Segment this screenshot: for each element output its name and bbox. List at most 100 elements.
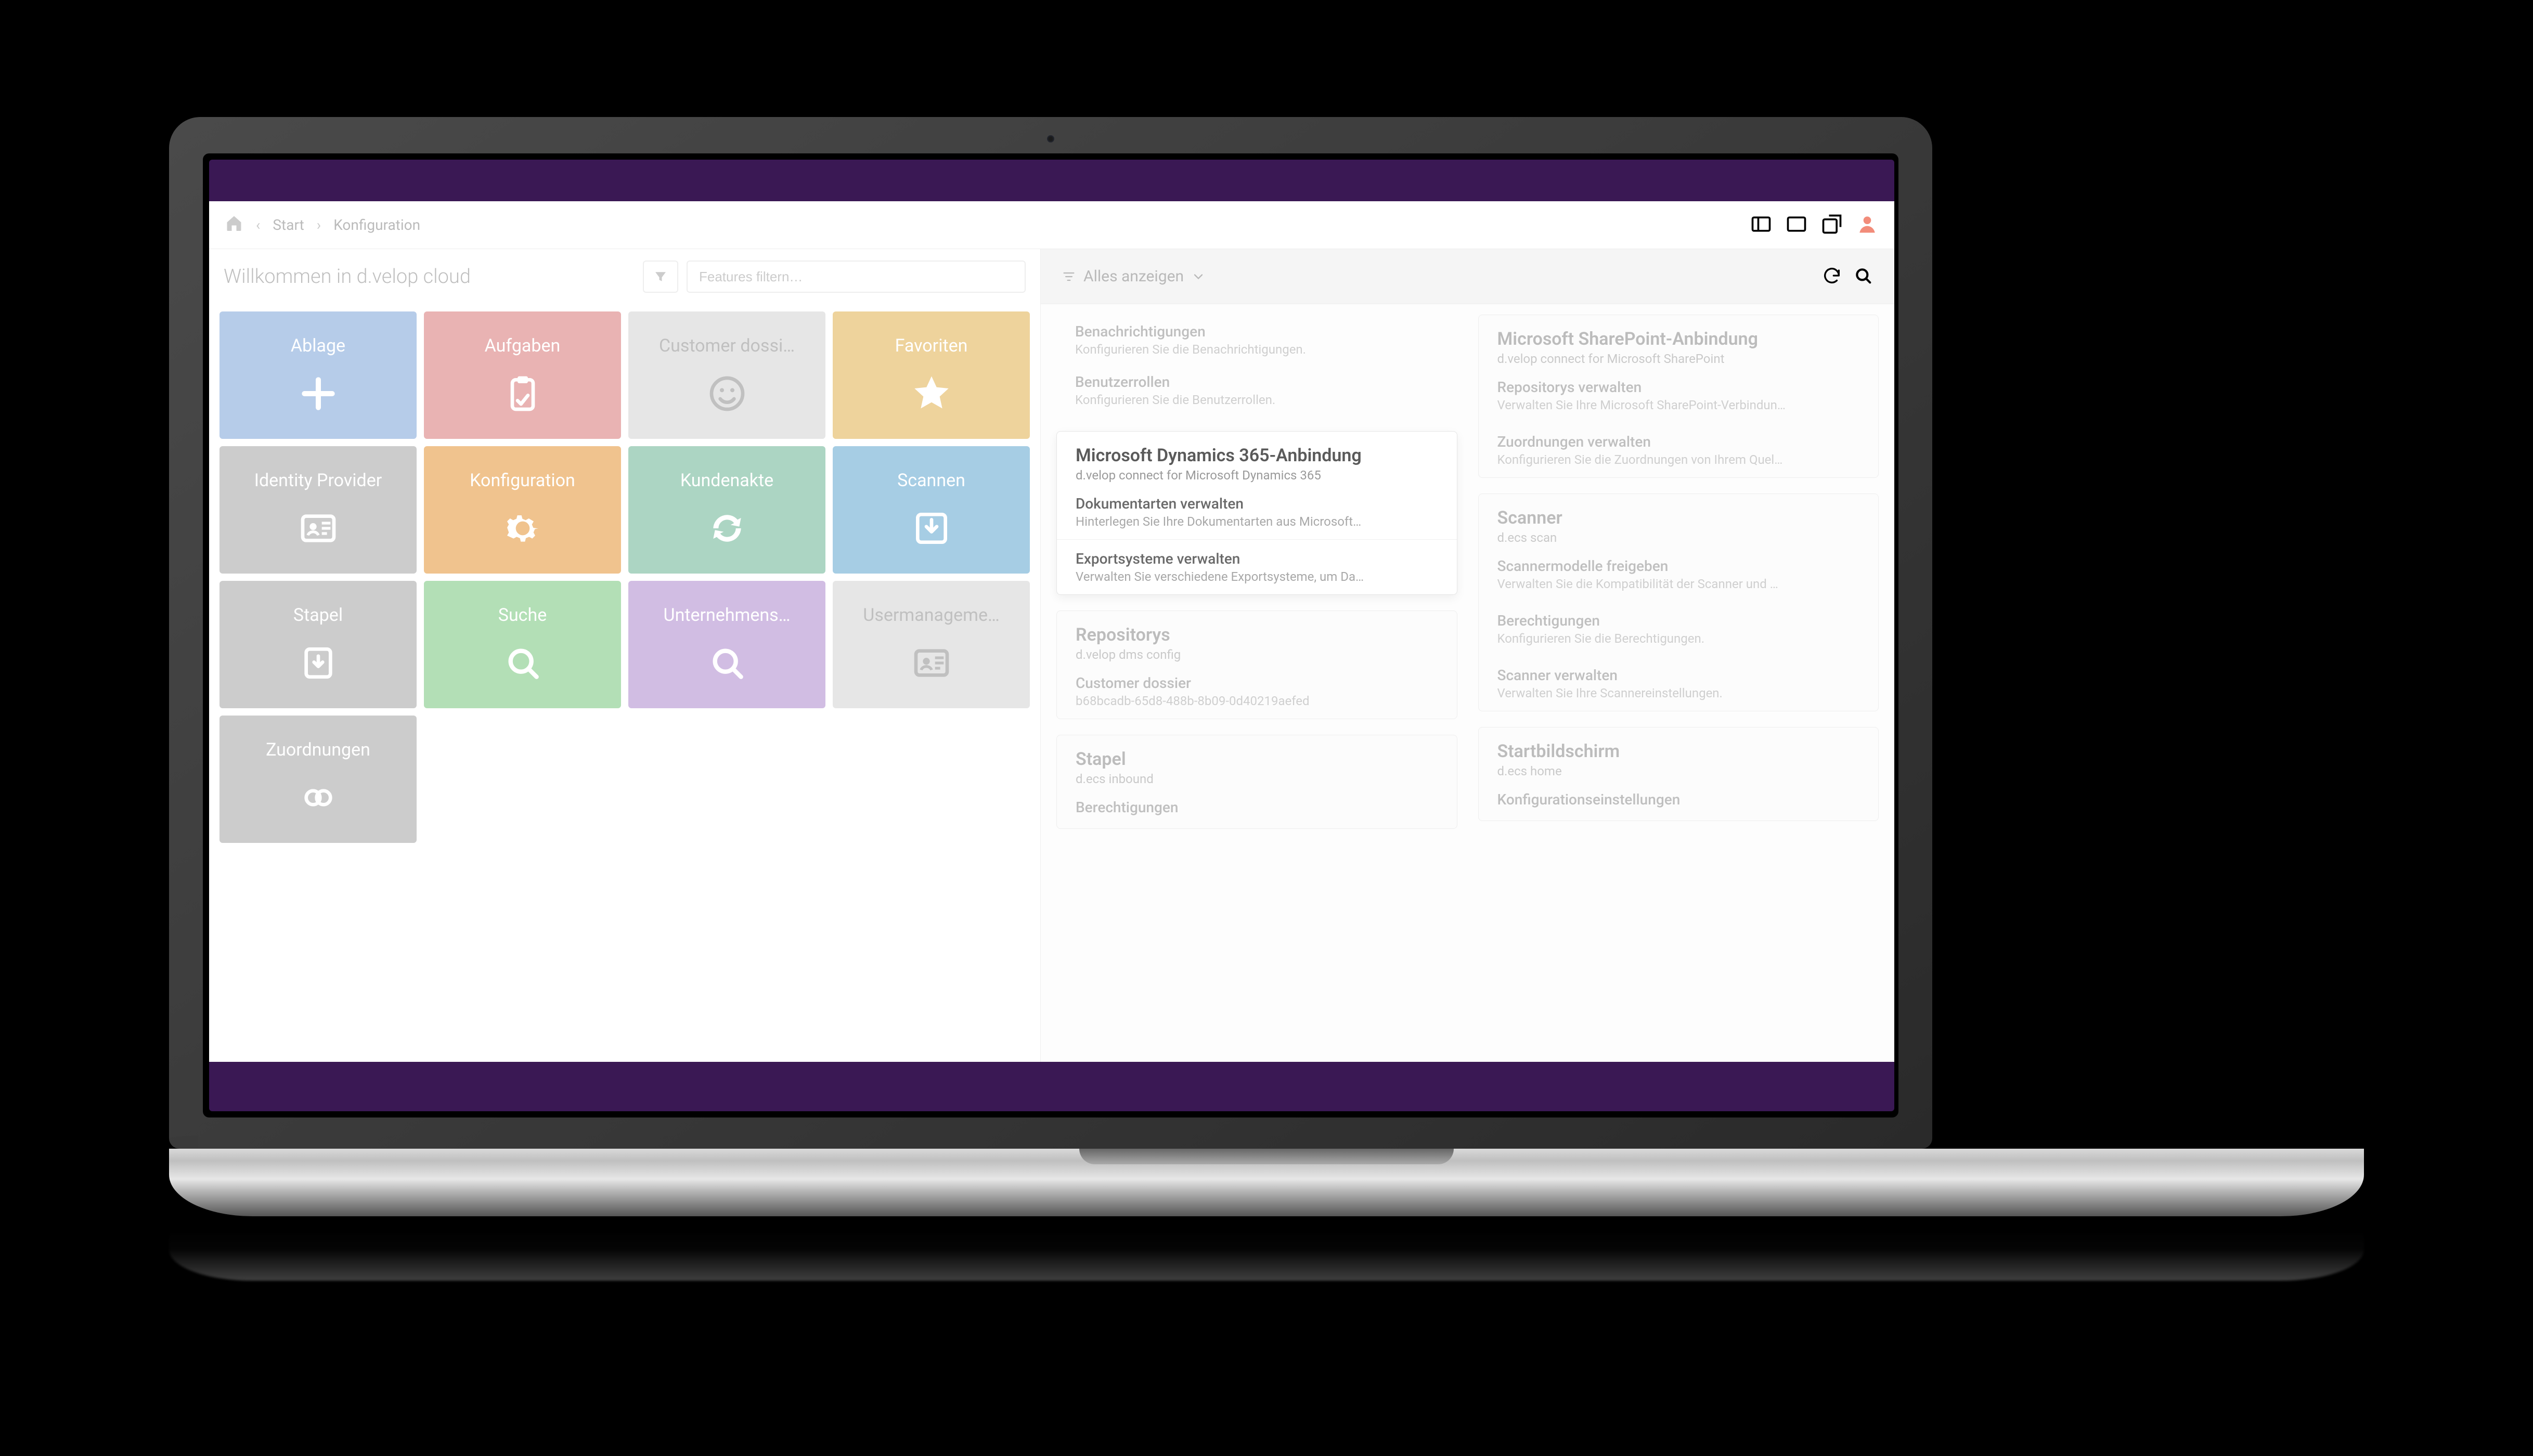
link-icon <box>296 776 340 820</box>
card-item[interactable]: Scannermodelle freigeben Verwalten Sie di… <box>1479 547 1879 602</box>
card-item-desc: Verwalten Sie die Kompatibilität der Sca… <box>1497 577 1860 591</box>
show-all-label: Alles anzeigen <box>1083 267 1184 285</box>
card-item-title: Exportsysteme verwalten <box>1076 550 1438 567</box>
app-window: ‹ Start › Konfiguration <box>209 201 1894 1062</box>
tile-label: Suche <box>492 605 553 626</box>
tile-grid: Ablage Aufgaben Customer dossi… Favoriten Id… <box>209 304 1040 850</box>
card-item-desc: Verwalten Sie verschiedene Exportsysteme… <box>1076 569 1438 584</box>
clipboard-icon <box>501 372 545 415</box>
search-icon[interactable] <box>1853 265 1873 288</box>
open-new-window-icon[interactable] <box>1820 213 1843 238</box>
search-icon <box>705 641 749 685</box>
feature-filter-input[interactable] <box>687 261 1026 293</box>
card-item-title: Scannermodelle freigeben <box>1497 557 1860 575</box>
tile[interactable]: Stapel <box>219 581 417 708</box>
tile-label: Stapel <box>287 605 349 626</box>
tile-label: Unternehmens… <box>657 605 797 626</box>
card-subtitle: d.velop connect for Microsoft Dynamics 3… <box>1076 468 1438 483</box>
config-card[interactable]: Repositorysd.velop dms configCustomer do… <box>1056 610 1457 719</box>
topbar: ‹ Start › Konfiguration <box>209 201 1894 249</box>
config-card[interactable]: Microsoft SharePoint-Anbindung d.velop co… <box>1478 315 1879 478</box>
card-title: Scanner <box>1497 508 1860 528</box>
star-icon <box>910 372 953 415</box>
card-item[interactable]: Berechtigungen <box>1057 788 1457 828</box>
config-card[interactable]: Scanner d.ecs scan Scannermodelle freigebe… <box>1478 493 1879 711</box>
config-plain-item[interactable]: BenachrichtigungenKonfigurieren Sie die … <box>1056 315 1457 365</box>
tile-label: Scannen <box>891 470 972 491</box>
breadcrumb-sep: ‹ <box>256 216 260 233</box>
tile[interactable]: Usermanageme… <box>833 581 1030 708</box>
tile-label: Customer dossi… <box>653 335 801 356</box>
card-item-title: Konfigurationseinstellungen <box>1497 791 1860 808</box>
home-pane: Willkommen in d.velop cloud Ablage Aufgab… <box>209 249 1040 1062</box>
panel-single-icon[interactable] <box>1785 213 1808 238</box>
card-item-title: Zuordnungen verwalten <box>1497 433 1860 450</box>
tile[interactable]: Zuordnungen <box>219 716 417 843</box>
tile[interactable]: Favoriten <box>833 311 1030 439</box>
tile[interactable]: Identity Provider <box>219 446 417 574</box>
tile[interactable]: Ablage <box>219 311 417 439</box>
tile[interactable]: Aufgaben <box>424 311 621 439</box>
card-item-desc: Konfigurieren Sie die Berechtigungen. <box>1497 631 1860 646</box>
card-item[interactable]: Scanner verwalten Verwalten Sie Ihre Scan… <box>1479 656 1879 711</box>
card-item-title: Scanner verwalten <box>1497 667 1860 684</box>
config-card[interactable]: Microsoft Dynamics 365-Anbindung d.velop … <box>1056 431 1457 595</box>
user-avatar-icon[interactable] <box>1856 213 1879 238</box>
card-item[interactable]: Exportsysteme verwalten Verwalten Sie ver… <box>1057 539 1457 594</box>
tile-label: Kundenakte <box>674 470 780 491</box>
search-icon <box>501 641 545 685</box>
card-item[interactable]: BerechtigungenKonfigurieren Sie die Bere… <box>1479 602 1879 656</box>
tile[interactable]: Kundenakte <box>628 446 825 574</box>
tile-label: Identity Provider <box>248 470 389 491</box>
download-icon <box>910 506 953 550</box>
card-title: Repositorys <box>1076 625 1438 645</box>
card-item-title: Berechtigungen <box>1076 799 1438 816</box>
config-card[interactable]: Stapeld.ecs inboundBerechtigungen <box>1056 735 1457 829</box>
tile[interactable]: Suche <box>424 581 621 708</box>
card-item[interactable]: Dokumentarten verwaltenHinterlegen Sie I… <box>1057 485 1457 539</box>
card-title: Microsoft Dynamics 365-Anbindung <box>1076 445 1438 466</box>
breadcrumb-current: Konfiguration <box>333 216 420 233</box>
tile-label: Konfiguration <box>463 470 581 491</box>
home-icon[interactable] <box>225 214 243 236</box>
card-item[interactable]: Customer dossier b68bcadb-65d8-488b-8b09-… <box>1057 664 1457 719</box>
breadcrumb-start[interactable]: Start <box>273 216 304 233</box>
gear-icon <box>501 506 545 550</box>
tile-label: Zuordnungen <box>260 739 377 760</box>
card-item-desc: Hinterlegen Sie Ihre Dokumentarten aus M… <box>1076 514 1438 529</box>
card-item[interactable]: Zuordnungen verwaltenKonfigurieren Sie d… <box>1479 423 1879 477</box>
smile-icon <box>705 372 749 415</box>
card-item[interactable]: Konfigurationseinstellungen <box>1479 781 1879 821</box>
show-all-dropdown[interactable]: Alles anzeigen <box>1062 267 1206 285</box>
card-subtitle: d.ecs home <box>1497 764 1860 778</box>
plain-item-desc: Konfigurieren Sie die Benachrichtigungen… <box>1075 342 1439 357</box>
card-subtitle: d.velop connect for Microsoft SharePoint <box>1497 352 1860 366</box>
tile-label: Favoriten <box>889 335 974 356</box>
card-item-desc: b68bcadb-65d8-488b-8b09-0d40219aefed <box>1076 694 1438 708</box>
config-plain-group: BenachrichtigungenKonfigurieren Sie die … <box>1056 315 1457 415</box>
cycle-icon <box>705 506 749 550</box>
tile-label: Ablage <box>285 335 352 356</box>
tile[interactable]: Scannen <box>833 446 1030 574</box>
tile-label: Aufgaben <box>479 335 567 356</box>
plus-icon <box>296 372 340 415</box>
card-subtitle: d.ecs inbound <box>1076 772 1438 786</box>
card-item-title: Customer dossier <box>1076 674 1438 692</box>
refresh-icon[interactable] <box>1821 265 1842 288</box>
card-item-desc: Verwalten Sie Ihre Microsoft SharePoint-… <box>1497 398 1860 412</box>
tile[interactable]: Unternehmens… <box>628 581 825 708</box>
laptop-mockup: ‹ Start › Konfiguration <box>169 117 2364 1281</box>
card-subtitle: d.ecs scan <box>1497 530 1860 545</box>
chevron-down-icon <box>1191 269 1206 284</box>
filter-button[interactable] <box>643 261 678 293</box>
card-item[interactable]: Repositorys verwaltenVerwalten Sie Ihre … <box>1479 368 1879 423</box>
welcome-heading: Willkommen in d.velop cloud <box>224 265 635 288</box>
tile[interactable]: Konfiguration <box>424 446 621 574</box>
card-title: Microsoft SharePoint-Anbindung <box>1497 329 1860 349</box>
config-card[interactable]: Startbildschirmd.ecs homeKonfigurationse… <box>1478 727 1879 821</box>
laptop-camera <box>1047 135 1054 142</box>
panel-layout-icon[interactable] <box>1750 213 1773 238</box>
config-plain-item[interactable]: BenutzerrollenKonfigurieren Sie die Benu… <box>1056 365 1457 415</box>
tile[interactable]: Customer dossi… <box>628 311 825 439</box>
card-item-desc: Verwalten Sie Ihre Scannereinstellungen. <box>1497 686 1860 700</box>
